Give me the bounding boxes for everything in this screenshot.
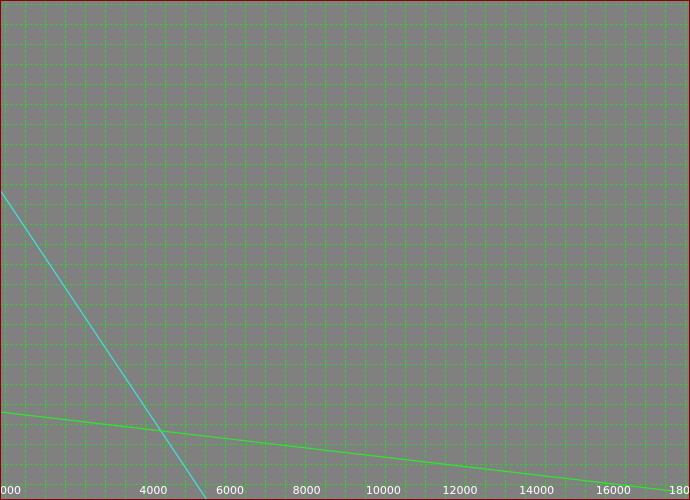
x-tick-label-left-edge: 000 xyxy=(0,484,21,497)
chart-plot-area: 4000 6000 8000 10000 12000 14000 16000 000 180 xyxy=(0,0,690,500)
x-tick-label: 10000 xyxy=(366,484,401,497)
x-tick-label: 4000 xyxy=(139,484,167,497)
x-tick-label: 12000 xyxy=(443,484,478,497)
x-tick-label: 6000 xyxy=(216,484,244,497)
chart-background xyxy=(0,0,690,500)
x-tick-label: 8000 xyxy=(293,484,321,497)
x-tick-label: 16000 xyxy=(596,484,631,497)
x-tick-label-right-edge: 180 xyxy=(669,484,690,497)
x-tick-label: 14000 xyxy=(519,484,554,497)
